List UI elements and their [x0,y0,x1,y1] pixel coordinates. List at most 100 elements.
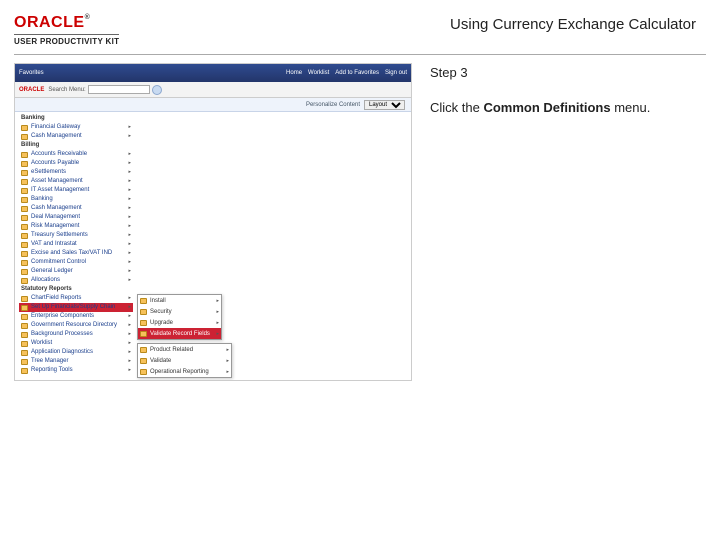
folder-icon [21,305,28,311]
nav-item[interactable]: Tree Manager▸ [19,357,133,366]
nav-item[interactable]: Cash Management▸ [19,204,133,213]
chevron-right-icon: ▸ [128,150,131,159]
nav-label: Excise and Sales Tax/VAT IND [31,249,112,258]
submenu-item[interactable]: Product Related▸ [138,344,231,355]
folder-icon [21,368,28,374]
nav-item[interactable]: Government Resource Directory▸ [19,321,133,330]
nav-item[interactable]: Set Up Financials/Supply Chain▸ [19,303,133,312]
step-text-before: Click the [430,100,483,115]
submenu-item[interactable]: Validate▸ [138,355,231,366]
nav-label: Billing [21,141,39,150]
divider [14,54,706,55]
personalize-label: Personalize Content [306,102,360,108]
app-top-left[interactable]: Favorites [19,70,44,76]
nav-item[interactable]: VAT and Intrastat▸ [19,240,133,249]
search-menu: Search Menu: [48,85,161,95]
screenshot-panel: Favorites Home Worklist Add to Favorites… [14,63,412,381]
chevron-right-icon: ▸ [226,347,229,353]
nav-item[interactable]: Asset Management▸ [19,177,133,186]
chevron-right-icon: ▸ [128,231,131,240]
submenu-item[interactable]: Security▸ [138,306,221,317]
link-add-favorites[interactable]: Add to Favorites [335,70,379,76]
nav-label: Commitment Control [31,258,86,267]
nav-item[interactable]: Financial Gateway▸ [19,123,133,132]
folder-icon [21,278,28,284]
chevron-right-icon: ▸ [128,123,131,132]
nav-item[interactable]: Banking▸ [19,195,133,204]
folder-icon [21,152,28,158]
nav-label: Treasury Settlements [31,231,88,240]
submenu-item[interactable]: Upgrade▸ [138,317,221,328]
personalize-select[interactable]: Layout [364,100,405,110]
nav-item[interactable]: Treasury Settlements ▸ [19,231,133,240]
search-input[interactable] [88,85,150,94]
folder-icon [21,260,28,266]
nav-item[interactable]: eSettlements▸ [19,168,133,177]
app-top-bar: Favorites Home Worklist Add to Favorites… [15,64,411,82]
chevron-right-icon: ▸ [128,186,131,195]
submenu-item[interactable]: Validate Record Fields▸ [138,328,221,339]
brand-name-text: ORACLE [14,14,85,31]
submenu-label: Validate [150,358,171,364]
submenu-label: Upgrade [150,320,173,326]
nav-item[interactable]: Risk Management ▸ [19,222,133,231]
folder-icon [140,369,147,375]
nav-item[interactable]: IT Asset Management▸ [19,186,133,195]
nav-item[interactable]: Accounts Receivable▸ [19,150,133,159]
nav-label: Risk Management [31,222,79,231]
submenu-common-definitions[interactable]: Product Related▸Validate▸Operational Rep… [137,343,232,378]
folder-icon [21,125,28,131]
nav-item[interactable]: General Ledger▸ [19,267,133,276]
nav-label: Banking [31,195,53,204]
folder-icon [21,179,28,185]
link-worklist[interactable]: Worklist [308,70,329,76]
folder-icon [21,206,28,212]
step-label: Step 3 [430,65,706,80]
nav-item[interactable]: Commitment Control ▸ [19,258,133,267]
folder-icon [21,359,28,365]
nav-item[interactable]: Excise and Sales Tax/VAT IND ▸ [19,249,133,258]
folder-icon [21,233,28,239]
submenu-setup[interactable]: Install▸Security▸Upgrade▸Validate Record… [137,294,222,340]
step-text-after: menu. [611,100,651,115]
nav-item[interactable]: Worklist▸ [19,339,133,348]
nav-item[interactable]: Accounts Payable▸ [19,159,133,168]
nav-label: Application Diagnostics [31,348,93,357]
nav-label: Set Up Financials/Supply Chain [31,303,115,312]
folder-icon [140,298,147,304]
nav-item[interactable]: Background Processes▸ [19,330,133,339]
chevron-right-icon: ▸ [128,258,131,267]
nav-label: ChartField Reports [31,294,81,303]
submenu-item[interactable]: Operational Reporting▸ [138,366,231,377]
link-home[interactable]: Home [286,70,302,76]
nav-item[interactable]: Deal Management▸ [19,213,133,222]
go-button-icon[interactable] [152,85,162,95]
nav-label: Statutory Reports [21,285,72,294]
instruction-panel: Step 3 Click the Common Definitions menu… [430,63,706,381]
app-menu-bar: ORACLE Search Menu: [15,82,411,98]
chevron-right-icon: ▸ [128,204,131,213]
folder-icon [140,320,147,326]
nav-item[interactable]: Allocations▸ [19,276,133,285]
nav-item[interactable]: Cash Management▸ [19,132,133,141]
chevron-right-icon: ▸ [128,357,131,366]
chevron-right-icon: ▸ [128,222,131,231]
submenu-item[interactable]: Install▸ [138,295,221,306]
nav-label: Government Resource Directory [31,321,117,330]
nav-item[interactable]: Application Diagnostics▸ [19,348,133,357]
page-title: Using Currency Exchange Calculator [450,16,696,33]
nav-item[interactable]: Reporting Tools▸ [19,366,133,375]
nav-item[interactable]: Enterprise Components▸ [19,312,133,321]
chevron-right-icon: ▸ [128,294,131,303]
chevron-right-icon: ▸ [128,159,131,168]
link-signout[interactable]: Sign out [385,70,407,76]
brand-tm: ® [85,14,91,21]
app-top-right-links: Home Worklist Add to Favorites Sign out [286,70,407,76]
folder-icon [21,170,28,176]
nav-item[interactable]: ChartField Reports ▸ [19,294,133,303]
chevron-right-icon: ▸ [128,249,131,258]
search-menu-label: Search Menu: [48,87,85,93]
app-logo: ORACLE [19,87,44,93]
nav-sidebar[interactable]: BankingFinancial Gateway▸Cash Management… [15,112,133,375]
folder-icon [21,161,28,167]
